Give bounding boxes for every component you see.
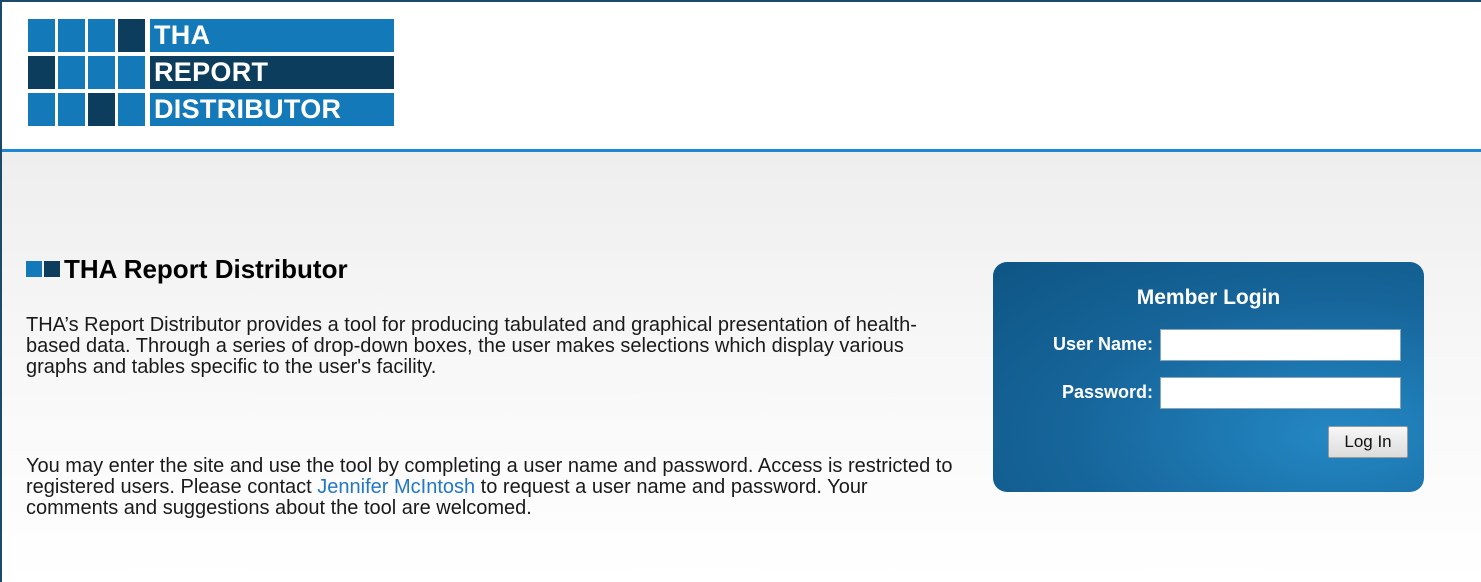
logo-line-distributor: DISTRIBUTOR xyxy=(150,93,394,126)
intro-paragraph: THA’s Report Distributor provides a tool… xyxy=(26,314,917,378)
page-title-row: THA Report Distributor xyxy=(26,252,348,286)
access-paragraph: You may enter the site and use the tool … xyxy=(26,456,956,519)
title-squares-icon xyxy=(26,261,60,277)
username-input[interactable] xyxy=(1160,329,1401,361)
tha-report-distributor-logo[interactable]: THA REPORT DISTRIBUTOR xyxy=(28,19,394,126)
login-button[interactable]: Log In xyxy=(1328,426,1408,458)
username-label: User Name: xyxy=(1052,334,1153,354)
password-label: Password: xyxy=(1061,382,1153,402)
page-title: THA Report Distributor xyxy=(64,253,348,284)
contact-link[interactable]: Jennifer McIntosh xyxy=(317,476,475,498)
logo-line-report: REPORT xyxy=(150,56,394,89)
login-title: Member Login xyxy=(1136,286,1281,309)
logo-grid-icon xyxy=(28,19,148,126)
member-login-panel: Member Login User Name: Password: Log In xyxy=(993,262,1424,492)
site-header: THA REPORT DISTRIBUTOR xyxy=(2,2,1481,150)
logo-line-tha: THA xyxy=(150,19,394,52)
password-input[interactable] xyxy=(1160,377,1401,409)
